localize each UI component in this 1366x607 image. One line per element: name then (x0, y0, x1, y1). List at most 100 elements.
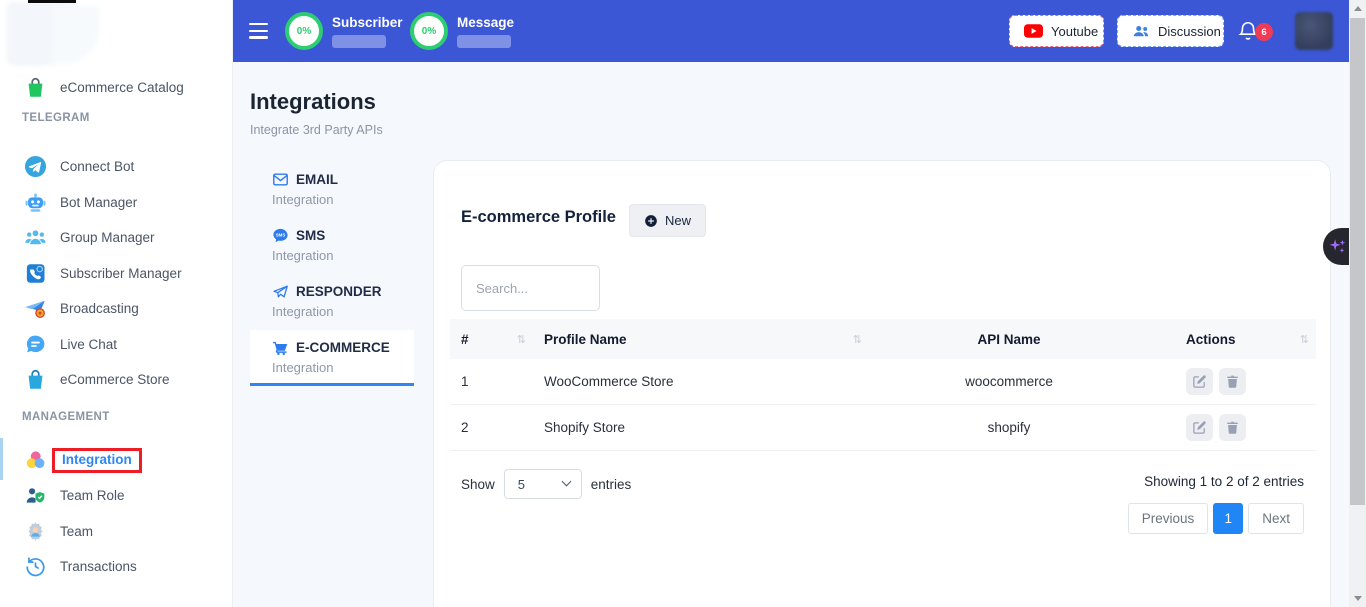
api-name: shopify (869, 420, 1149, 435)
page-size-select[interactable]: 5 (504, 469, 582, 499)
logo-redaction-strip (28, 0, 76, 3)
sidebar-item-subscriber-manager[interactable]: Subscriber Manager (0, 255, 233, 291)
sidebar-item-label: Connect Bot (60, 159, 134, 174)
profile-name: Shopify Store (544, 420, 625, 435)
shopping-bag-green-icon (24, 76, 47, 99)
sidebar-item-label: Group Manager (60, 230, 155, 245)
menu-toggle-icon[interactable] (249, 23, 268, 43)
subnav-subtitle: Integration (272, 360, 414, 375)
search-input[interactable] (461, 265, 600, 311)
notifications-button[interactable]: 6 (1237, 19, 1277, 49)
page-title: Integrations (250, 89, 376, 115)
sort-icon[interactable]: ⇅ (853, 333, 869, 346)
sidebar-item-connect-bot[interactable]: Connect Bot (0, 148, 233, 184)
edit-button[interactable] (1186, 368, 1213, 395)
youtube-button[interactable]: Youtube (1009, 15, 1104, 47)
delete-button[interactable] (1219, 414, 1246, 441)
subnav-title: SMS (296, 228, 325, 243)
subnav-item-sms[interactable]: SMS SMS Integration (250, 218, 414, 274)
sidebar-item-label: Subscriber Manager (60, 266, 182, 281)
discussion-button[interactable]: Discussion (1117, 15, 1224, 47)
sidebar-item-broadcasting[interactable]: Broadcasting (0, 290, 233, 326)
discussion-button-label: Discussion (1158, 24, 1221, 39)
subnav-title: RESPONDER (296, 284, 382, 299)
next-page-button[interactable]: Next (1248, 503, 1304, 534)
sidebar-item-transactions[interactable]: Transactions (0, 548, 233, 584)
sidebar-item-label: eCommerce Store (60, 372, 170, 387)
page-scrollbar[interactable] (1349, 0, 1366, 607)
sidebar-item-label: Team Role (60, 488, 125, 503)
subnav-title: EMAIL (296, 172, 338, 187)
panel-heading: E-commerce Profile (461, 208, 616, 227)
message-stat-label: Message (457, 15, 514, 30)
sidebar-item-label: Transactions (60, 559, 137, 574)
sms-icon: SMS (272, 227, 289, 244)
user-avatar[interactable] (1295, 12, 1333, 50)
subnav-subtitle: Integration (272, 304, 414, 319)
scroll-down-arrow-icon[interactable] (1354, 596, 1362, 601)
sidebar-item-group-manager[interactable]: Group Manager (0, 219, 233, 255)
broadcast-plane-icon (24, 297, 47, 320)
page-size-control: Show 5 entries (461, 469, 631, 499)
current-page-button[interactable]: 1 (1213, 503, 1243, 534)
scrollbar-thumb[interactable] (1350, 18, 1365, 505)
table-row: 1 WooCommerce Store woocommerce (450, 359, 1316, 405)
subnav-item-email[interactable]: EMAIL Integration (250, 162, 414, 218)
sort-icon[interactable]: ⇅ (1300, 333, 1316, 346)
api-name: woocommerce (869, 374, 1149, 389)
sidebar-item-label: Live Chat (60, 337, 117, 352)
trash-icon (1225, 420, 1240, 435)
sparkles-icon (1328, 237, 1347, 256)
sidebar: eCommerce Catalog TELEGRAM Connect Bot B… (0, 0, 233, 607)
new-profile-button[interactable]: New (629, 204, 706, 237)
sidebar-item-integration[interactable]: Integration (0, 442, 233, 478)
youtube-icon (1024, 24, 1043, 38)
sidebar-item-ecommerce-store[interactable]: eCommerce Store (0, 361, 233, 397)
ecommerce-profile-card: E-commerce Profile New #⇅ Profile Name⇅ … (433, 160, 1331, 607)
edit-button[interactable] (1186, 414, 1213, 441)
trash-icon (1225, 374, 1240, 389)
subnav-subtitle: Integration (272, 192, 414, 207)
sort-icon[interactable]: ⇅ (517, 333, 533, 346)
sidebar-item-label: Team (60, 524, 93, 539)
shopping-bag-blue-icon (24, 368, 47, 391)
email-icon (272, 171, 289, 188)
pagination: Previous 1 Next (1128, 503, 1304, 534)
subnav-item-ecommerce[interactable]: E-COMMERCE Integration (250, 330, 414, 386)
entries-summary: Showing 1 to 2 of 2 entries (1144, 474, 1304, 489)
sidebar-item-team[interactable]: Team (0, 513, 233, 549)
redacted-stat-value (457, 35, 511, 48)
message-progress-ring: 0% (410, 12, 448, 50)
sidebar-active-indicator (0, 438, 3, 480)
robot-icon (24, 191, 47, 214)
main-content: Integrations Integrate 3rd Party APIs EM… (233, 62, 1349, 607)
entries-label: entries (591, 477, 632, 492)
edit-icon (1192, 420, 1207, 435)
scroll-up-arrow-icon[interactable] (1354, 6, 1362, 11)
row-number: 1 (461, 374, 469, 389)
telegram-icon (24, 155, 47, 178)
sidebar-item-team-role[interactable]: Team Role (0, 477, 233, 513)
subscriber-stat: 0% Subscriber (285, 12, 403, 50)
page-subtitle: Integrate 3rd Party APIs (250, 123, 383, 137)
delete-button[interactable] (1219, 368, 1246, 395)
previous-page-button[interactable]: Previous (1128, 503, 1209, 534)
subscriber-stat-label: Subscriber (332, 15, 403, 30)
users-icon (1132, 24, 1150, 39)
sidebar-item-bot-manager[interactable]: Bot Manager (0, 184, 233, 220)
col-header-num: # (461, 332, 469, 347)
annotation-highlight-box: Integration (52, 448, 142, 473)
svg-text:SMS: SMS (276, 232, 286, 237)
sidebar-item-label: Bot Manager (60, 195, 137, 210)
sidebar-item-label: Integration (62, 452, 132, 467)
plus-circle-icon (644, 214, 658, 228)
sidebar-item-label: eCommerce Catalog (60, 80, 184, 95)
subnav-item-responder[interactable]: RESPONDER Integration (250, 274, 414, 330)
edit-icon (1192, 374, 1207, 389)
subscriber-progress-ring: 0% (285, 12, 323, 50)
message-stat: 0% Message (410, 12, 514, 50)
redacted-stat-value (332, 35, 386, 48)
sidebar-item-live-chat[interactable]: Live Chat (0, 326, 233, 362)
team-gear-icon (24, 520, 47, 543)
sidebar-item-ecommerce-catalog[interactable]: eCommerce Catalog (0, 69, 233, 105)
